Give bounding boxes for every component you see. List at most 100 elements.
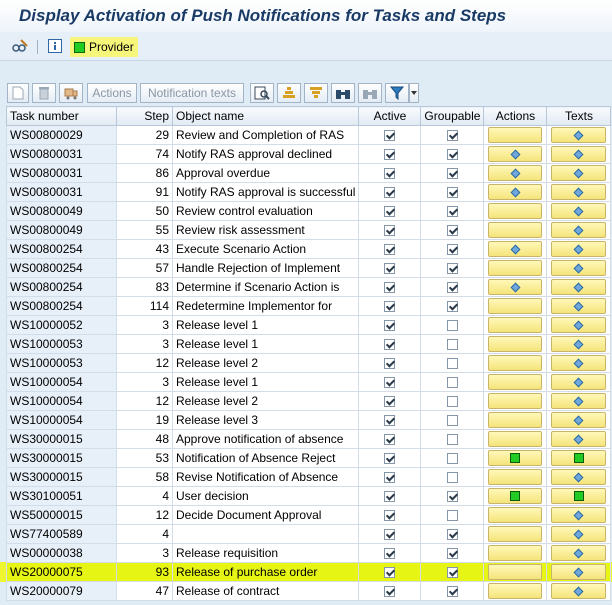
groupable-cell[interactable] [420,562,485,582]
actions-cell-button[interactable] [488,279,543,295]
active-checkbox[interactable] [384,586,396,598]
actions-cell-button[interactable] [488,583,543,599]
groupable-cell[interactable] [420,144,485,164]
step-cell[interactable]: 114 [116,296,173,316]
groupable-cell[interactable] [420,448,485,468]
texts-cell[interactable] [546,410,612,430]
groupable-cell[interactable] [420,125,485,145]
actions-cell[interactable] [483,448,548,468]
actions-cell-button[interactable] [488,393,543,409]
task-number-cell[interactable]: WS30000015 [6,467,117,487]
texts-cell-button[interactable] [551,146,607,162]
active-checkbox[interactable] [384,358,396,370]
texts-cell-button[interactable] [551,583,607,599]
texts-cell[interactable] [546,258,612,278]
actions-cell[interactable] [483,125,548,145]
info-icon[interactable] [48,38,62,54]
actions-cell-button[interactable] [488,412,543,428]
object-name-cell[interactable]: Execute Scenario Action [171,239,360,259]
active-checkbox[interactable] [384,453,396,465]
groupable-cell[interactable] [420,353,485,373]
actions-cell[interactable] [483,486,548,506]
texts-cell-button[interactable] [551,450,607,466]
object-name-cell[interactable]: Review risk assessment [171,220,360,240]
active-cell[interactable] [358,505,422,525]
active-checkbox[interactable] [384,320,396,332]
texts-cell[interactable] [546,239,612,259]
texts-cell[interactable] [546,220,612,240]
actions-cell-button[interactable] [488,545,543,561]
task-number-cell[interactable]: WS00800031 [6,144,117,164]
object-name-cell[interactable]: Release level 1 [171,315,360,335]
actions-cell-button[interactable] [488,298,543,314]
actions-cell-button[interactable] [488,450,543,466]
groupable-cell[interactable] [420,429,485,449]
groupable-cell[interactable] [420,372,485,392]
table-row[interactable]: WS10000054 19 Release level 3 [6,410,612,430]
texts-cell[interactable] [546,315,612,335]
texts-cell[interactable] [546,429,612,449]
active-cell[interactable] [358,163,422,183]
table-row[interactable]: WS20000075 93 Release of purchase order [6,562,612,582]
groupable-checkbox[interactable] [446,130,458,142]
object-name-cell[interactable] [171,524,360,544]
step-cell[interactable]: 43 [116,239,173,259]
texts-cell[interactable] [546,562,612,582]
table-row[interactable]: WS30000015 53 Notification of Absence Reje… [6,448,612,468]
active-cell[interactable] [358,524,422,544]
actions-cell[interactable] [483,315,548,335]
actions-cell[interactable] [483,201,548,221]
table-row[interactable]: WS10000053 3 Release level 1 [6,334,612,354]
groupable-checkbox[interactable] [446,491,458,503]
table-row[interactable]: WS00800049 55 Review risk assessment [6,220,612,240]
task-number-cell[interactable]: WS00800254 [6,239,117,259]
filter-button[interactable] [385,83,409,103]
texts-cell[interactable] [546,391,612,411]
groupable-cell[interactable] [420,277,485,297]
active-cell[interactable] [358,220,422,240]
table-row[interactable]: WS00800254 57 Handle Rejection of Implemen… [6,258,612,278]
texts-cell-button[interactable] [551,298,607,314]
step-cell[interactable]: 3 [116,315,173,335]
actions-cell-button[interactable] [488,431,543,447]
active-checkbox[interactable] [384,339,396,351]
active-cell[interactable] [358,296,422,316]
groupable-cell[interactable] [420,410,485,430]
groupable-cell[interactable] [420,182,485,202]
step-cell[interactable]: 57 [116,258,173,278]
actions-button[interactable]: Actions [87,83,137,103]
active-cell[interactable] [358,429,422,449]
groupable-cell[interactable] [420,163,485,183]
active-cell[interactable] [358,258,422,278]
actions-cell[interactable] [483,505,548,525]
texts-cell-button[interactable] [551,469,607,485]
texts-cell-button[interactable] [551,412,607,428]
texts-cell-button[interactable] [551,431,607,447]
actions-cell-button[interactable] [488,184,543,200]
groupable-checkbox[interactable] [446,320,458,332]
actions-cell[interactable] [483,277,548,297]
active-checkbox[interactable] [384,415,396,427]
active-checkbox[interactable] [384,263,396,275]
step-cell[interactable]: 12 [116,391,173,411]
step-cell[interactable]: 3 [116,543,173,563]
task-number-cell[interactable]: WS00800049 [6,201,117,221]
col-header-object-name[interactable]: Object name [171,106,360,126]
groupable-cell[interactable] [420,391,485,411]
delete-button[interactable] [32,83,56,103]
table-row[interactable]: WS00800029 29 Review and Completion of RAS [6,125,612,145]
groupable-checkbox[interactable] [446,415,458,427]
texts-cell[interactable] [546,372,612,392]
active-cell[interactable] [358,201,422,221]
texts-cell-button[interactable] [551,165,607,181]
step-cell[interactable]: 3 [116,372,173,392]
texts-cell-button[interactable] [551,488,607,504]
sort-descending-button[interactable] [304,83,328,103]
texts-cell-button[interactable] [551,279,607,295]
texts-cell-button[interactable] [551,526,607,542]
texts-cell[interactable] [546,144,612,164]
groupable-checkbox[interactable] [446,301,458,313]
sort-ascending-button[interactable] [277,83,301,103]
notification-texts-button[interactable]: Notification texts [140,83,244,103]
groupable-cell[interactable] [420,524,485,544]
